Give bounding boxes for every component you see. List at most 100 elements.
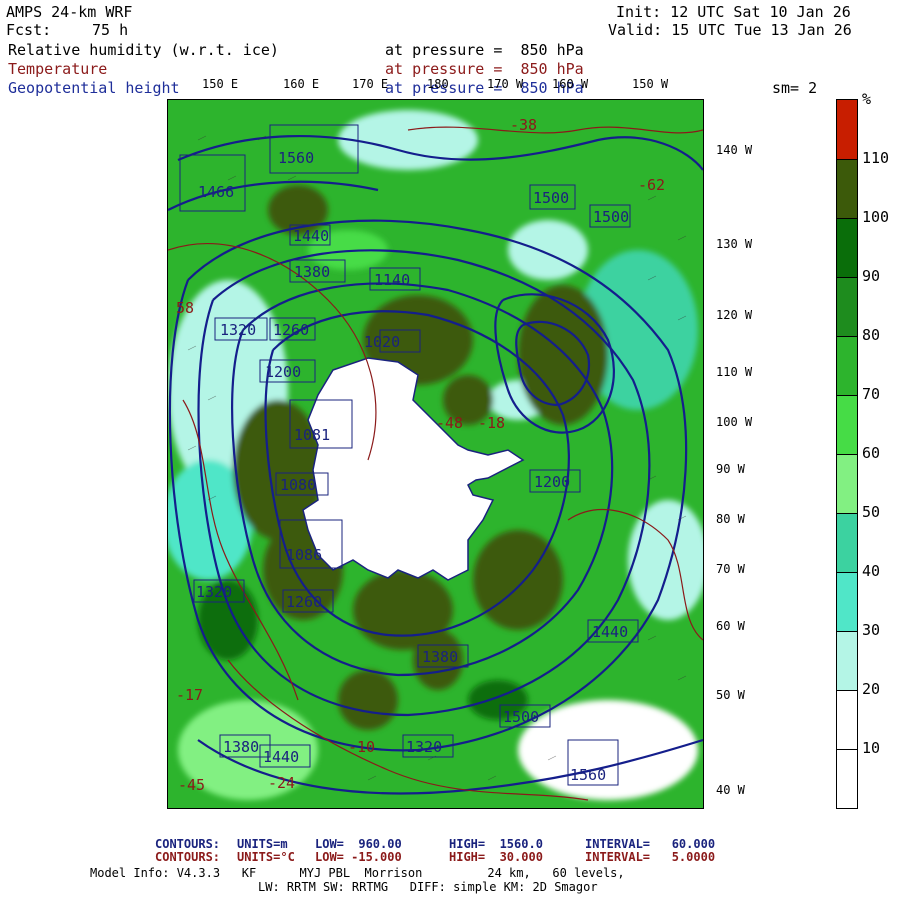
lat-label: 120 W <box>716 308 753 322</box>
height-label: 1200 <box>534 473 570 491</box>
temperature-label: -24 <box>268 774 295 792</box>
rh-map-svg: 1466 1560 1500 1500 1440 1380 1320 1260 … <box>168 100 703 808</box>
height-label: 1086 <box>286 546 322 564</box>
lat-label: 100 W <box>716 415 753 429</box>
contour-temp-label: CONTOURS: <box>155 850 221 864</box>
contour-height-units: UNITS=m <box>237 837 288 851</box>
colorbar-tick-label: 110 <box>862 149 890 167</box>
temperature-label: -10 <box>348 738 375 756</box>
height-label: 1440 <box>592 623 628 641</box>
height-label: 1500 <box>503 708 539 726</box>
temperature-label: -38 <box>510 116 537 134</box>
lat-label: 70 W <box>716 562 745 576</box>
contour-height-label: CONTOURS: <box>155 837 221 851</box>
lon-label: 170 E <box>352 77 389 91</box>
contour-temp-high: HIGH= 30.000 <box>449 850 543 864</box>
height-label: 1500 <box>593 208 629 226</box>
model-title: AMPS 24-km WRF <box>6 3 133 21</box>
height-label: 1320 <box>406 738 442 756</box>
lon-label: 170 W <box>487 77 524 91</box>
colorbar-segment <box>837 336 857 395</box>
lat-label: 130 W <box>716 237 753 251</box>
colorbar-segment <box>837 631 857 690</box>
contour-temp-units: UNITS=°C <box>237 850 295 864</box>
colorbar-tick-label: 30 <box>862 621 881 639</box>
colorbar-segment <box>837 218 857 277</box>
lon-label: 150 E <box>202 77 239 91</box>
contour-height-low: LOW= 960.00 <box>315 837 402 851</box>
field-rh-name: Relative humidity (w.r.t. ice) <box>8 41 279 59</box>
height-label: 1081 <box>294 426 330 444</box>
height-label: 1200 <box>265 363 301 381</box>
colorbar-unit: % <box>862 90 872 108</box>
contour-height-interval: INTERVAL= 60.000 <box>585 837 716 851</box>
colorbar-segment <box>837 159 857 218</box>
contour-temp-low: LOW= -15.000 <box>315 850 402 864</box>
colorbar-tick-label: 20 <box>862 680 881 698</box>
forecast-label: Fcst: <box>6 21 52 39</box>
lat-label: 110 W <box>716 365 753 379</box>
field-temp-name: Temperature <box>8 60 108 78</box>
lon-label: 180 <box>427 77 449 91</box>
height-label: 1380 <box>294 263 330 281</box>
height-label: 1560 <box>570 766 606 784</box>
colorbar-segment <box>837 572 857 631</box>
valid-time: Valid: 15 UTC Tue 13 Jan 26 <box>608 21 852 39</box>
lon-label: 160 E <box>283 77 320 91</box>
height-label: 1466 <box>198 183 234 201</box>
lat-label: 60 W <box>716 619 745 633</box>
height-label: 1440 <box>263 748 299 766</box>
temperature-label: -45 <box>178 776 205 794</box>
colorbar-tick-label: 60 <box>862 444 881 462</box>
colorbar <box>836 99 858 809</box>
lat-label: 80 W <box>716 512 745 526</box>
height-label: 1260 <box>286 593 322 611</box>
contour-temp-interval: INTERVAL= 5.0000 <box>585 850 716 864</box>
model-info-line-2: LW: RRTM SW: RRTMG DIFF: simple KM: 2D S… <box>258 880 598 894</box>
init-time: Init: 12 UTC Sat 10 Jan 26 <box>616 3 851 21</box>
model-info-line-1: Model Info: V4.3.3 KF MYJ PBL Morrison 2… <box>90 866 625 880</box>
field-temp-level: at pressure = 850 hPa <box>385 60 584 78</box>
field-rh-level: at pressure = 850 hPa <box>385 41 584 59</box>
temperature-label: 58 <box>176 299 194 317</box>
colorbar-tick-label: 100 <box>862 208 890 226</box>
temperature-label: -17 <box>176 686 203 704</box>
temperature-label: -62 <box>638 176 665 194</box>
lon-label: 160 W <box>552 77 589 91</box>
height-label: 1320 <box>196 583 232 601</box>
height-label: 1440 <box>293 227 329 245</box>
temperature-label: -48 <box>436 414 463 432</box>
forecast-value: 75 h <box>92 21 129 39</box>
lat-label: 40 W <box>716 783 745 797</box>
colorbar-segment <box>837 395 857 454</box>
field-height-name: Geopotential height <box>8 79 180 97</box>
height-label: 1260 <box>273 321 309 339</box>
map-panel: 1466 1560 1500 1500 1440 1380 1320 1260 … <box>167 99 704 809</box>
smoothing-label: sm= 2 <box>772 79 818 97</box>
colorbar-tick-label: 10 <box>862 739 881 757</box>
lat-label: 140 W <box>716 143 753 157</box>
colorbar-tick-label: 90 <box>862 267 881 285</box>
colorbar-segment <box>837 690 857 749</box>
contour-height-high: HIGH= 1560.0 <box>449 837 543 851</box>
height-label: 1080 <box>280 476 316 494</box>
height-label: 1500 <box>533 189 569 207</box>
colorbar-segment <box>837 454 857 513</box>
colorbar-segment <box>837 749 857 808</box>
height-label: 1560 <box>278 149 314 167</box>
colorbar-segment <box>837 100 857 159</box>
lat-label: 90 W <box>716 462 745 476</box>
height-label: 1320 <box>220 321 256 339</box>
colorbar-tick-label: 40 <box>862 562 881 580</box>
height-label: 1380 <box>422 648 458 666</box>
colorbar-tick-label: 80 <box>862 326 881 344</box>
height-label: 1140 <box>374 271 410 289</box>
colorbar-tick-label: 50 <box>862 503 881 521</box>
colorbar-segment <box>837 277 857 336</box>
temperature-label: -18 <box>478 414 505 432</box>
colorbar-segment <box>837 513 857 572</box>
lon-label: 150 W <box>632 77 669 91</box>
lat-label: 50 W <box>716 688 745 702</box>
height-label: 1380 <box>223 738 259 756</box>
height-label: 1020 <box>364 333 400 351</box>
